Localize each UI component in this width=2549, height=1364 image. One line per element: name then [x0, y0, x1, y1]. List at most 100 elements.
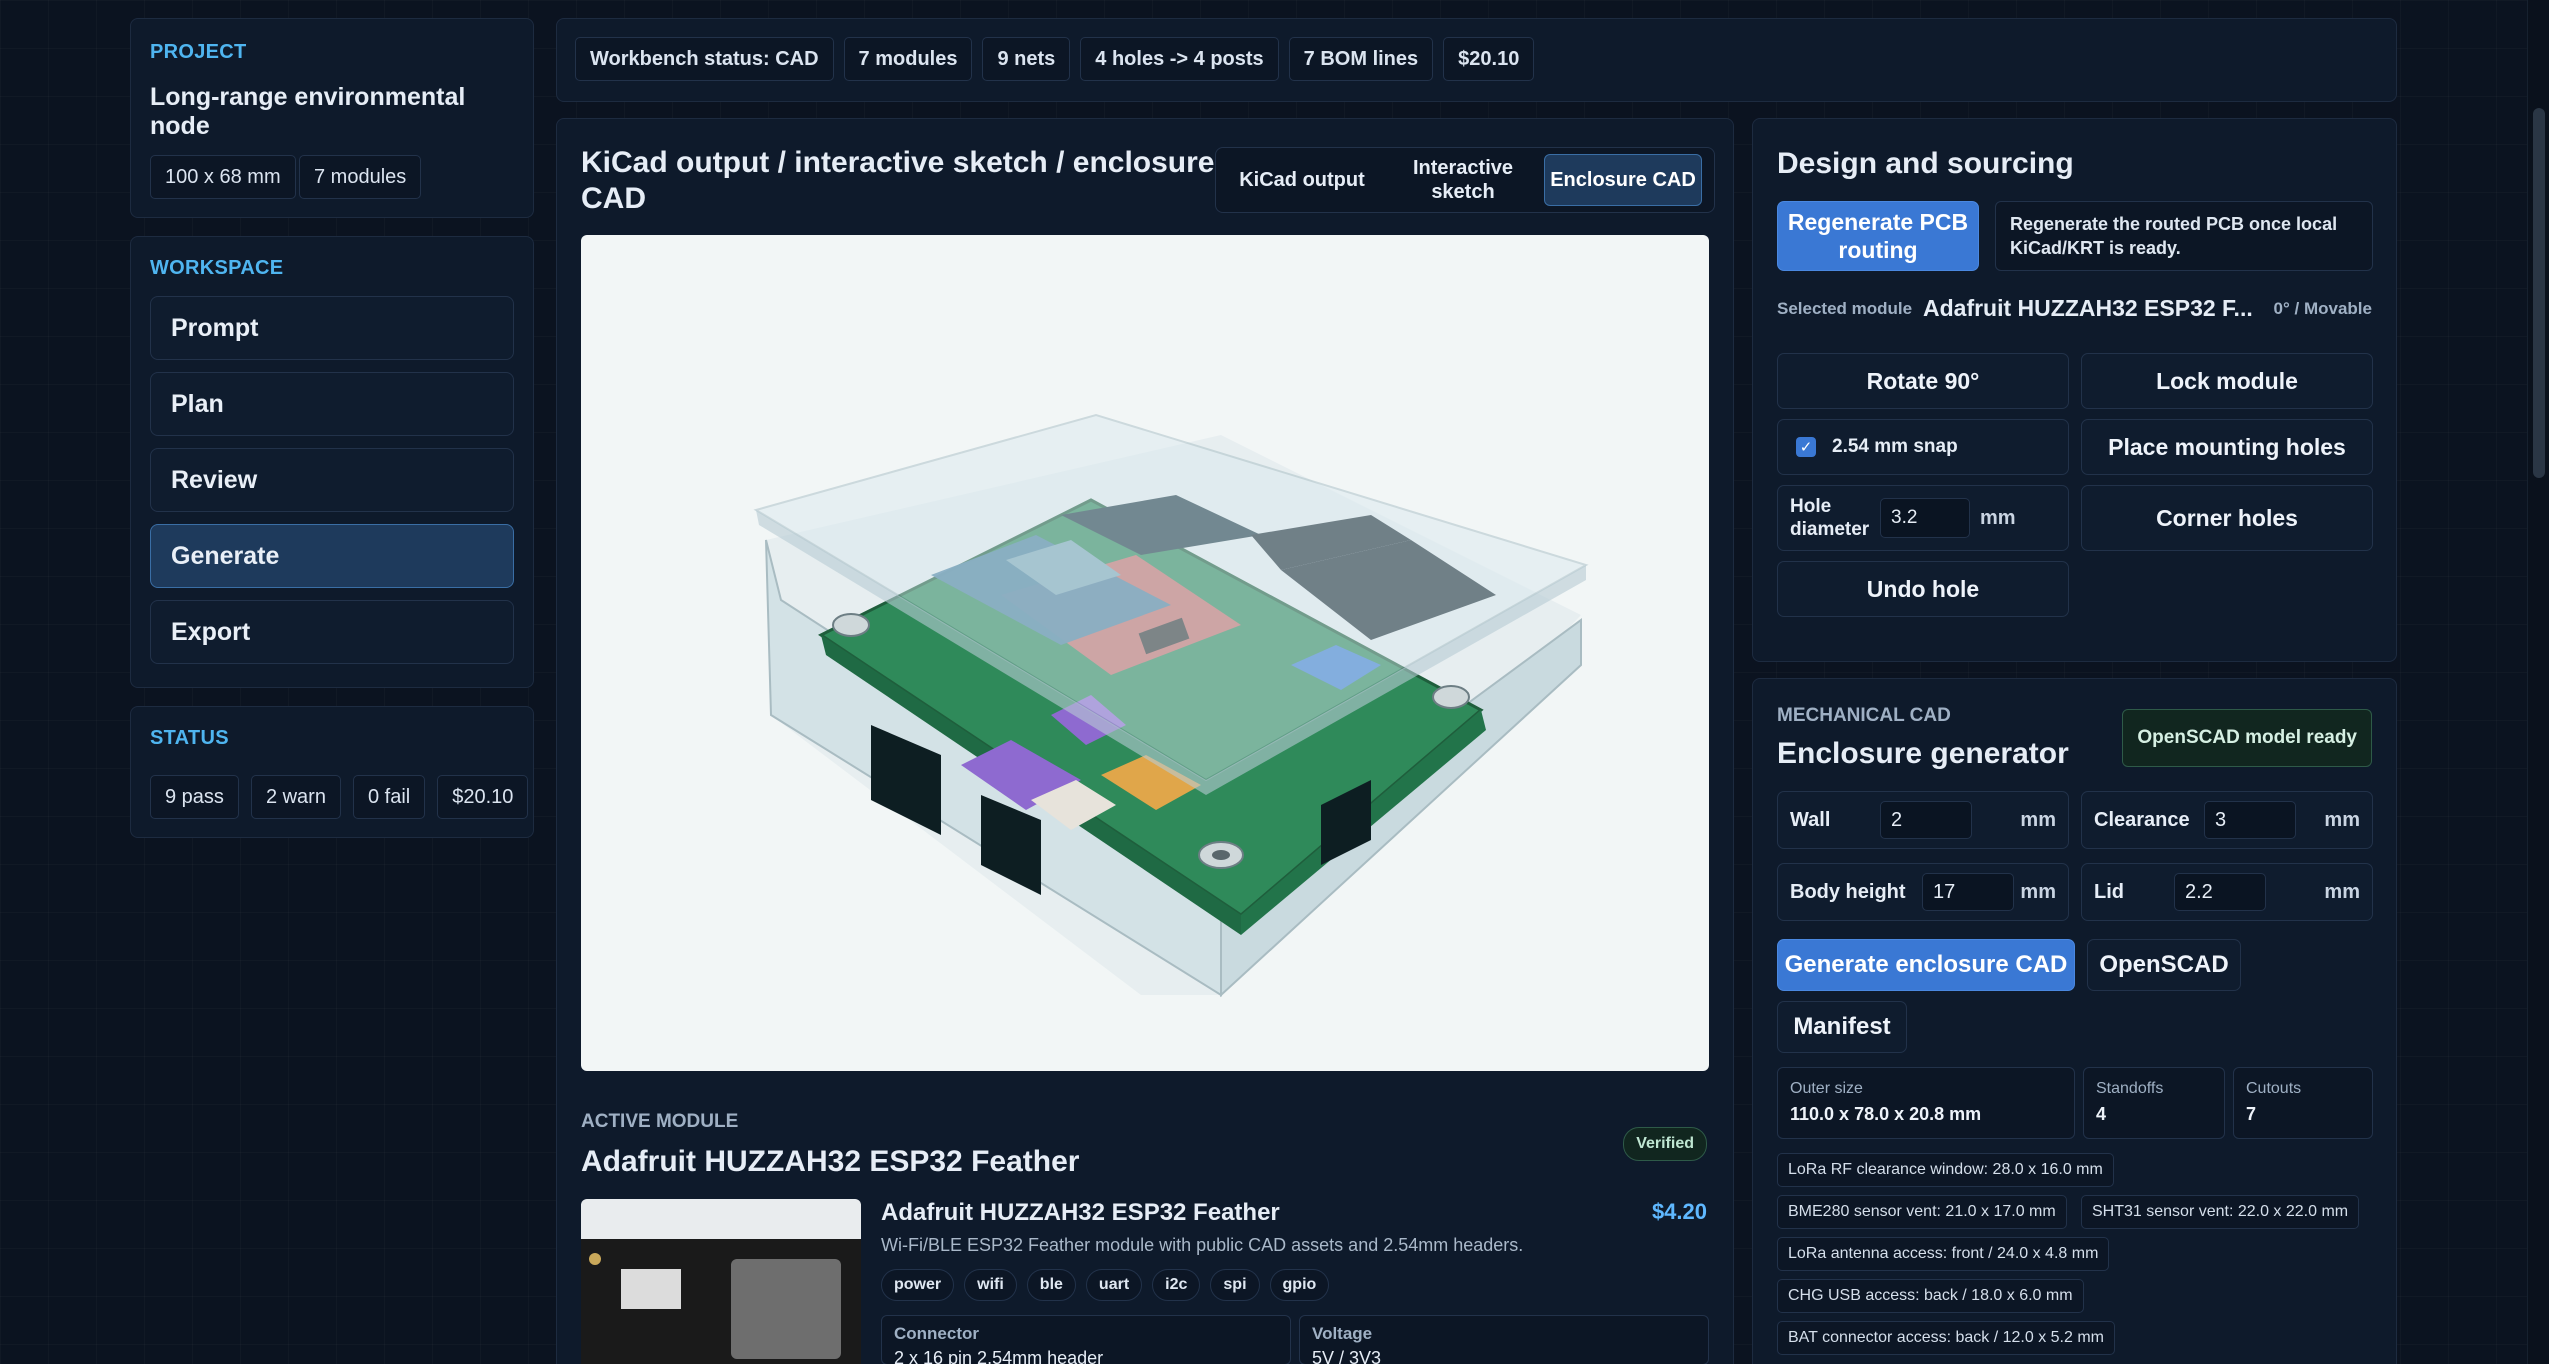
tag-wifi: wifi — [964, 1269, 1017, 1301]
project-panel: PROJECT Long-range environmental node 10… — [130, 18, 534, 218]
cutout-note: LoRa antenna access: front / 24.0 x 4.8 … — [1777, 1237, 2110, 1271]
verified-badge: Verified — [1623, 1127, 1707, 1161]
hole-diameter-input[interactable] — [1880, 498, 1970, 538]
bom-lines-chip: 7 BOM lines — [1288, 37, 1434, 81]
tag-uart: uart — [1085, 1269, 1143, 1301]
tag-power: power — [881, 1269, 955, 1301]
lock-module-button[interactable]: Lock module — [2081, 353, 2373, 409]
status-fail-chip: 0 fail — [352, 775, 426, 819]
body-height-label: Body height — [1790, 880, 1906, 903]
clearance-label: Clearance — [2094, 808, 2190, 831]
cutout-note: BAT connector access: back / 12.0 x 5.2 … — [1777, 1321, 2115, 1355]
connector-value: 2 x 16 pin 2.54mm header — [894, 1348, 1104, 1364]
tag-i2c: i2c — [1152, 1269, 1201, 1301]
tag-ble: ble — [1026, 1269, 1076, 1301]
openscad-button[interactable]: OpenSCAD — [2087, 939, 2241, 991]
total-cost-chip: $20.10 — [1443, 37, 1535, 81]
clearance-unit: mm — [2324, 808, 2360, 831]
regenerate-note: Regenerate the routed PCB once local KiC… — [1995, 201, 2373, 271]
openscad-ready-badge: OpenSCAD model ready — [2122, 709, 2372, 767]
page-scrollbar[interactable] — [2527, 0, 2549, 1364]
selected-module-label: Selected module — [1777, 299, 1913, 318]
snap-toggle[interactable]: ✓ 2.54 mm snap — [1777, 419, 2069, 475]
generate-enclosure-button[interactable]: Generate enclosure CAD — [1777, 939, 2075, 991]
lid-input[interactable] — [2174, 873, 2266, 911]
project-size-chip: 100 x 68 mm — [150, 155, 296, 199]
cutout-note: LoRa RF clearance window: 28.0 x 16.0 mm — [1777, 1153, 2114, 1187]
module-card-title: Adafruit HUZZAH32 ESP32 Feather — [881, 1199, 1280, 1226]
standoffs-label: Standoffs — [2096, 1080, 2164, 1097]
outer-size-stat: Outer size 110.0 x 78.0 x 20.8 mm — [1777, 1067, 2075, 1139]
enclosure-3d-viewport[interactable] — [581, 235, 1709, 1071]
viewer-panel: KiCad output / interactive sketch / encl… — [556, 118, 1734, 1364]
cutout-note: BME280 sensor vent: 21.0 x 17.0 mm — [1777, 1195, 2067, 1229]
body-height-unit: mm — [2020, 880, 2056, 903]
module-price: $4.20 — [1651, 1199, 1707, 1224]
lid-label: Lid — [2094, 880, 2124, 903]
scrollbar-thumb[interactable] — [2533, 108, 2545, 478]
manifest-button[interactable]: Manifest — [1777, 1001, 1907, 1053]
cutout-note: SHT31 sensor vent: 22.0 x 22.0 mm — [2081, 1195, 2360, 1229]
top-status-bar: Workbench status: CAD 7 modules 9 nets 4… — [556, 18, 2397, 102]
hole-diameter-unit: mm — [1980, 506, 2016, 529]
body-height-field: Body height mm — [1777, 863, 2069, 921]
regenerate-pcb-button[interactable]: Regenerate PCB routing — [1777, 201, 1979, 271]
nav-plan[interactable]: Plan — [150, 372, 514, 436]
hole-diameter-label: Hole diameter — [1790, 496, 1870, 540]
tab-enclosure-cad[interactable]: Enclosure CAD — [1544, 154, 1702, 206]
tag-gpio: gpio — [1269, 1269, 1330, 1301]
workspace-panel: WORKSPACE Prompt Plan Review Generate Ex… — [130, 236, 534, 688]
clearance-input[interactable] — [2204, 801, 2296, 839]
wall-unit: mm — [2020, 808, 2056, 831]
wall-label: Wall — [1790, 808, 1831, 831]
nav-prompt[interactable]: Prompt — [150, 296, 514, 360]
project-name: Long-range environmental node — [150, 83, 466, 140]
standoffs-stat: Standoffs 4 — [2083, 1067, 2225, 1139]
workspace-label: WORKSPACE — [150, 257, 284, 279]
tab-interactive-sketch[interactable]: Interactive sketch — [1388, 156, 1538, 204]
enclosure-render — [753, 413, 1589, 998]
wall-input[interactable] — [1880, 801, 1972, 839]
modules-count-chip: 7 modules — [843, 37, 973, 81]
status-cost-chip: $20.10 — [437, 775, 529, 819]
cutouts-label: Cutouts — [2246, 1080, 2302, 1097]
nav-generate[interactable]: Generate — [150, 524, 514, 588]
snap-checkbox[interactable]: ✓ — [1796, 437, 1816, 457]
status-panel: STATUS 9 pass 2 warn 0 fail $20.10 — [130, 706, 534, 838]
undo-hole-button[interactable]: Undo hole — [1777, 561, 2069, 617]
clearance-field: Clearance mm — [2081, 791, 2373, 849]
status-label: STATUS — [150, 727, 229, 749]
cutouts-value: 7 — [2246, 1104, 2257, 1124]
mechanical-panel: MECHANICAL CAD Enclosure generator OpenS… — [1752, 678, 2397, 1364]
module-tags: power wifi ble uart i2c spi gpio — [881, 1269, 1339, 1301]
voltage-box: Voltage 5V / 3V3 — [1299, 1315, 1709, 1364]
active-module-title: Adafruit HUZZAH32 ESP32 Feather — [581, 1145, 1080, 1178]
viewer-title: KiCad output / interactive sketch / encl… — [581, 146, 1215, 215]
wall-field: Wall mm — [1777, 791, 2069, 849]
place-mounting-holes-button[interactable]: Place mounting holes — [2081, 419, 2373, 475]
project-label: PROJECT — [150, 41, 247, 63]
nets-count-chip: 9 nets — [982, 37, 1071, 81]
selected-module-value: Adafruit HUZZAH32 ESP32 F... — [1923, 295, 2253, 321]
tag-spi: spi — [1210, 1269, 1260, 1301]
tab-kicad-output[interactable]: KiCad output — [1222, 169, 1382, 192]
snap-label: 2.54 mm snap — [1832, 436, 1958, 457]
mechanical-title: Enclosure generator — [1777, 737, 2069, 770]
standoffs-value: 4 — [2096, 1104, 2107, 1124]
connector-box: Connector 2 x 16 pin 2.54mm header — [881, 1315, 1291, 1364]
hole-diameter-field: Hole diameter mm — [1777, 485, 2069, 551]
selected-module-meta: 0° / Movable — [2273, 299, 2372, 318]
nav-export[interactable]: Export — [150, 600, 514, 664]
workbench-status-chip: Workbench status: CAD — [575, 37, 834, 81]
connector-label: Connector — [894, 1324, 979, 1343]
design-title: Design and sourcing — [1777, 147, 2074, 180]
holes-posts-chip: 4 holes -> 4 posts — [1080, 37, 1279, 81]
lid-unit: mm — [2324, 880, 2360, 903]
body-height-input[interactable] — [1922, 873, 2014, 911]
active-module-label: ACTIVE MODULE — [581, 1111, 739, 1132]
lid-field: Lid mm — [2081, 863, 2373, 921]
nav-review[interactable]: Review — [150, 448, 514, 512]
status-pass-chip: 9 pass — [150, 775, 239, 819]
corner-holes-button[interactable]: Corner holes — [2081, 485, 2373, 551]
rotate-button[interactable]: Rotate 90° — [1777, 353, 2069, 409]
